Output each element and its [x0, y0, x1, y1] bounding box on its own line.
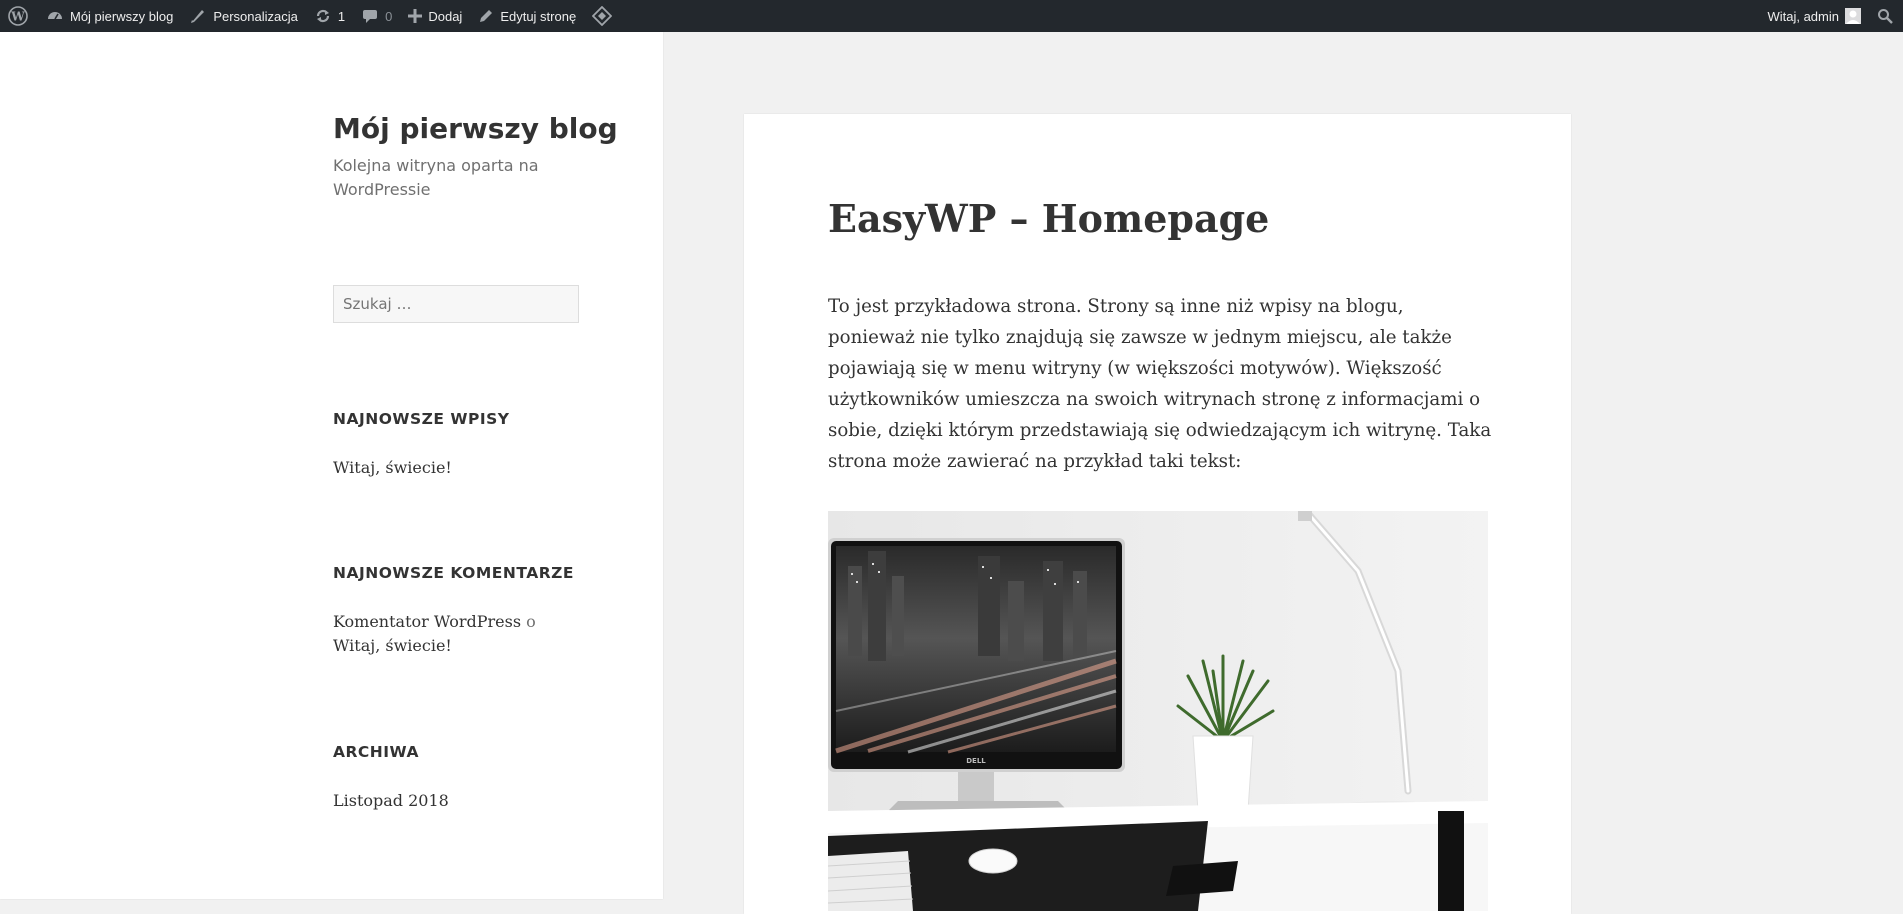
- recent-post-link[interactable]: Witaj, świecie!: [333, 456, 583, 480]
- comment-author-link[interactable]: Komentator WordPress: [333, 612, 521, 631]
- diamond-icon: [592, 6, 613, 26]
- comment-connector: o: [526, 612, 536, 631]
- customize-label: Personalizacja: [213, 8, 298, 24]
- edit-page-link[interactable]: Edytuj stronę: [470, 0, 584, 32]
- edit-page-label: Edytuj stronę: [500, 8, 577, 24]
- archives-title: ARCHIWA: [333, 743, 419, 761]
- comment-post-link[interactable]: Witaj, świecie!: [333, 636, 452, 655]
- comments-link[interactable]: 0: [353, 0, 400, 32]
- diamond-plugin-menu[interactable]: [584, 0, 620, 32]
- customize-link[interactable]: Personalizacja: [181, 0, 306, 32]
- admin-bar: W Mój pierwszy blog Personalizacja 1 0 D…: [0, 0, 1903, 32]
- updates-link[interactable]: 1: [306, 0, 353, 32]
- comment-icon: [361, 7, 379, 25]
- wp-logo-menu[interactable]: W: [0, 0, 38, 32]
- recent-posts-title: NAJNOWSZE WPISY: [333, 410, 510, 428]
- page-paragraph: To jest przykładowa strona. Strony są in…: [828, 296, 1492, 472]
- greeting-label: Witaj, admin: [1767, 8, 1839, 24]
- search-icon: [1877, 8, 1893, 24]
- plus-icon: [408, 9, 423, 23]
- sidebar: Mój pierwszy blog Kolejna witryna oparta…: [0, 32, 663, 899]
- paintbrush-icon: [189, 7, 207, 25]
- dashboard-icon: [46, 7, 64, 25]
- site-title[interactable]: Mój pierwszy blog: [333, 112, 633, 145]
- desk-workspace-image: DELL: [828, 511, 1488, 911]
- archive-link[interactable]: Listopad 2018: [333, 789, 583, 813]
- wordpress-icon: W: [8, 6, 28, 26]
- pencil-icon: [478, 8, 494, 24]
- site-description: Kolejna witryna oparta na WordPressie: [333, 156, 539, 199]
- search-input[interactable]: [333, 285, 579, 323]
- page-title: EasyWP – Homepage: [828, 196, 1270, 241]
- recent-comments-title: NAJNOWSZE KOMENTARZE: [333, 564, 574, 582]
- page-article: EasyWP – Homepage To jest przykładowa st…: [744, 114, 1571, 914]
- new-content-menu[interactable]: Dodaj: [400, 0, 470, 32]
- admin-bar-search[interactable]: [1869, 0, 1903, 32]
- my-account-menu[interactable]: Witaj, admin: [1759, 0, 1869, 32]
- recent-comment-item: Komentator WordPress o Witaj, świecie!: [333, 610, 583, 658]
- comments-count: 0: [385, 8, 393, 24]
- monitor-brand-text: DELL: [966, 757, 986, 765]
- updates-count: 1: [337, 8, 346, 24]
- new-label: Dodaj: [428, 8, 463, 24]
- site-name-menu[interactable]: Mój pierwszy blog: [38, 0, 181, 32]
- svg-text:W: W: [10, 10, 25, 24]
- site-name-label: Mój pierwszy blog: [70, 8, 174, 24]
- updates-icon: [314, 7, 332, 25]
- avatar: [1845, 8, 1861, 24]
